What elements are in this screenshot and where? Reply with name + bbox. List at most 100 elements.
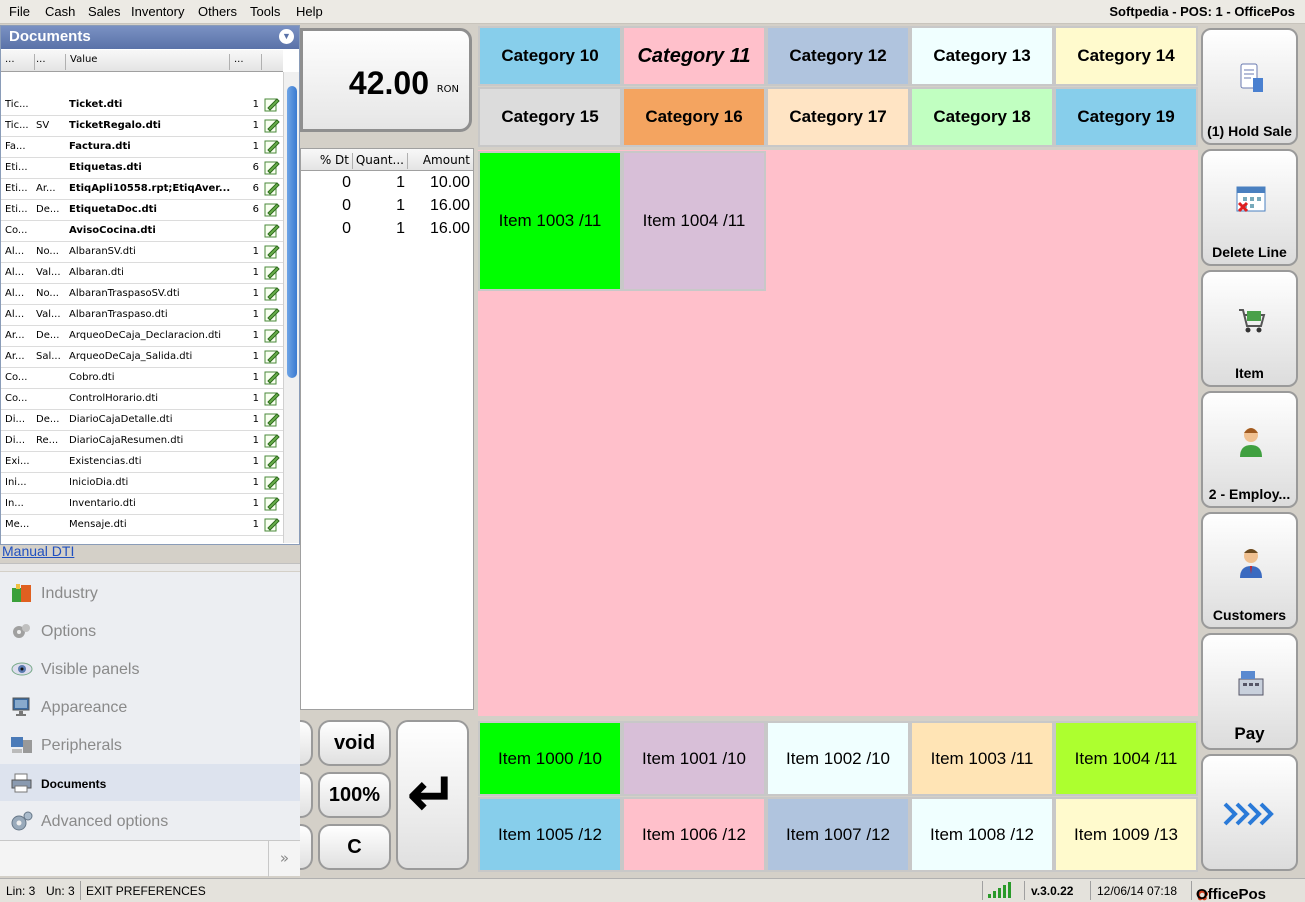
quick-item-tile[interactable]: Item 1006 /12 <box>622 797 766 872</box>
table-row[interactable]: Eti... De... EtiquetaDoc.dti 6 <box>1 200 283 221</box>
category-tile[interactable]: Category 16 <box>622 87 766 147</box>
keypad-key-partial[interactable] <box>300 824 313 870</box>
edit-document-icon[interactable] <box>264 370 280 385</box>
table-row[interactable]: Al... No... AlbaranTraspasoSV.dti 1 <box>1 284 283 305</box>
nav-item-peripherals[interactable]: Peripherals <box>0 726 300 763</box>
table-row[interactable]: Eti... Etiquetas.dti 6 <box>1 158 283 179</box>
table-row[interactable]: Co... Cobro.dti 1 <box>1 368 283 389</box>
collapse-icon[interactable]: ▼ <box>279 29 294 44</box>
edit-document-icon[interactable] <box>264 286 280 301</box>
panel-splitter[interactable] <box>0 563 300 571</box>
grid-col-4[interactable]: ... <box>234 54 262 70</box>
table-row[interactable]: In... Inventario.dti 1 <box>1 494 283 515</box>
category-tile[interactable]: Category 12 <box>766 26 910 86</box>
edit-document-icon[interactable] <box>264 412 280 427</box>
category-tile[interactable]: Category 19 <box>1054 87 1198 147</box>
grid-col-value[interactable]: Value <box>70 54 230 70</box>
quick-item-tile[interactable]: Item 1004 /11 <box>1054 721 1198 796</box>
nav-item-appareance[interactable]: Appareance <box>0 688 300 725</box>
table-row[interactable]: Tic... Ticket.dti 1 <box>1 95 283 116</box>
table-row[interactable]: Exi... Existencias.dti 1 <box>1 452 283 473</box>
more-chevron-icon[interactable]: » <box>268 841 300 877</box>
clear-button[interactable]: C <box>318 824 391 870</box>
category-tile[interactable]: Category 17 <box>766 87 910 147</box>
edit-document-icon[interactable] <box>264 475 280 490</box>
edit-document-icon[interactable] <box>264 244 280 259</box>
next-page-button[interactable] <box>1201 754 1298 871</box>
edit-document-icon[interactable] <box>264 97 280 112</box>
sale-line-row[interactable]: 0 1 10.00 <box>301 172 473 195</box>
edit-document-icon[interactable] <box>264 328 280 343</box>
table-row[interactable]: Ar... Sal... ArqueoDeCaja_Salida.dti 1 <box>1 347 283 368</box>
table-row[interactable]: Me... Mensaje.dti 1 <box>1 515 283 536</box>
quick-item-tile[interactable]: Item 1009 /13 <box>1054 797 1198 872</box>
keypad-key-partial[interactable] <box>300 772 313 818</box>
edit-document-icon[interactable] <box>264 202 280 217</box>
edit-document-icon[interactable] <box>264 433 280 448</box>
edit-document-icon[interactable] <box>264 118 280 133</box>
delete-line-button[interactable]: Delete Line <box>1201 149 1298 266</box>
pay-button[interactable]: Pay <box>1201 633 1298 750</box>
item-button[interactable]: Item <box>1201 270 1298 387</box>
edit-document-icon[interactable] <box>264 454 280 469</box>
menu-sales[interactable]: Sales <box>88 4 121 19</box>
edit-document-icon[interactable] <box>264 307 280 322</box>
table-row[interactable]: Al... Val... AlbaranTraspaso.dti 1 <box>1 305 283 326</box>
quick-item-tile[interactable]: Item 1008 /12 <box>910 797 1054 872</box>
grid-col-2[interactable]: ... <box>36 54 66 70</box>
col-discount[interactable]: % Dt <box>301 153 353 169</box>
nav-item-industry[interactable]: Industry <box>0 574 300 611</box>
edit-document-icon[interactable] <box>264 139 280 154</box>
quick-item-tile[interactable]: Item 1001 /10 <box>622 721 766 796</box>
menu-tools[interactable]: Tools <box>250 4 280 19</box>
item-tile[interactable]: Item 1004 /11 <box>622 151 766 291</box>
nav-item-options[interactable]: Options <box>0 612 300 649</box>
customers-button[interactable]: Customers <box>1201 512 1298 629</box>
manual-dti-link[interactable]: Manual DTI <box>2 543 74 559</box>
menu-inventory[interactable]: Inventory <box>131 4 184 19</box>
category-tile[interactable]: Category 11 <box>622 26 766 86</box>
nav-item-documents[interactable]: Documents <box>0 764 300 801</box>
table-row[interactable]: Ar... De... ArqueoDeCaja_Declaracion.dti 1 <box>1 326 283 347</box>
edit-document-icon[interactable] <box>264 181 280 196</box>
menu-others[interactable]: Others <box>198 4 237 19</box>
category-tile[interactable]: Category 13 <box>910 26 1054 86</box>
table-row[interactable]: Ini... InicioDia.dti 1 <box>1 473 283 494</box>
table-row[interactable]: Co... ControlHorario.dti 1 <box>1 389 283 410</box>
menu-cash[interactable]: Cash <box>45 4 75 19</box>
table-row[interactable]: Eti... Ar... EtiqApli10558.rpt;EtiqAver...… <box>1 179 283 200</box>
item-tile[interactable]: Item 1003 /11 <box>478 151 622 291</box>
edit-document-icon[interactable] <box>264 349 280 364</box>
col-quantity[interactable]: Quant... <box>353 153 408 169</box>
edit-document-icon[interactable] <box>264 391 280 406</box>
table-row[interactable]: Di... De... DiarioCajaDetalle.dti 1 <box>1 410 283 431</box>
sale-line-row[interactable]: 0 1 16.00 <box>301 195 473 218</box>
col-amount[interactable]: Amount <box>408 153 473 169</box>
table-row[interactable]: Co... AvisoCocina.dti <box>1 221 283 242</box>
edit-document-icon[interactable] <box>264 517 280 532</box>
sale-line-row[interactable]: 0 1 16.00 <box>301 218 473 241</box>
quick-item-tile[interactable]: Item 1007 /12 <box>766 797 910 872</box>
edit-document-icon[interactable] <box>264 265 280 280</box>
scrollbar-thumb[interactable] <box>287 86 297 378</box>
nav-item-visible-panels[interactable]: Visible panels <box>0 650 300 687</box>
table-row[interactable]: Fa... Factura.dti 1 <box>1 137 283 158</box>
table-row[interactable]: Di... Re... DiarioCajaResumen.dti 1 <box>1 431 283 452</box>
quick-item-tile[interactable]: Item 1002 /10 <box>766 721 910 796</box>
table-row[interactable]: Tic... SV TicketRegalo.dti 1 <box>1 116 283 137</box>
category-tile[interactable]: Category 18 <box>910 87 1054 147</box>
menu-file[interactable]: File <box>9 4 30 19</box>
edit-document-icon[interactable] <box>264 496 280 511</box>
documents-scrollbar[interactable] <box>283 72 299 543</box>
quick-item-tile[interactable]: Item 1003 /11 <box>910 721 1054 796</box>
void-button[interactable]: void <box>318 720 391 766</box>
grid-col-1[interactable]: ... <box>5 54 35 70</box>
category-tile[interactable]: Category 10 <box>478 26 622 86</box>
table-row[interactable]: Al... Val... Albaran.dti 1 <box>1 263 283 284</box>
edit-document-icon[interactable] <box>264 160 280 175</box>
1-hold-sale-button[interactable]: (1) Hold Sale <box>1201 28 1298 145</box>
2-employ-button[interactable]: 2 - Employ... <box>1201 391 1298 508</box>
percent-button[interactable]: 100% <box>318 772 391 818</box>
category-tile[interactable]: Category 15 <box>478 87 622 147</box>
keypad-key-partial[interactable] <box>300 720 313 766</box>
